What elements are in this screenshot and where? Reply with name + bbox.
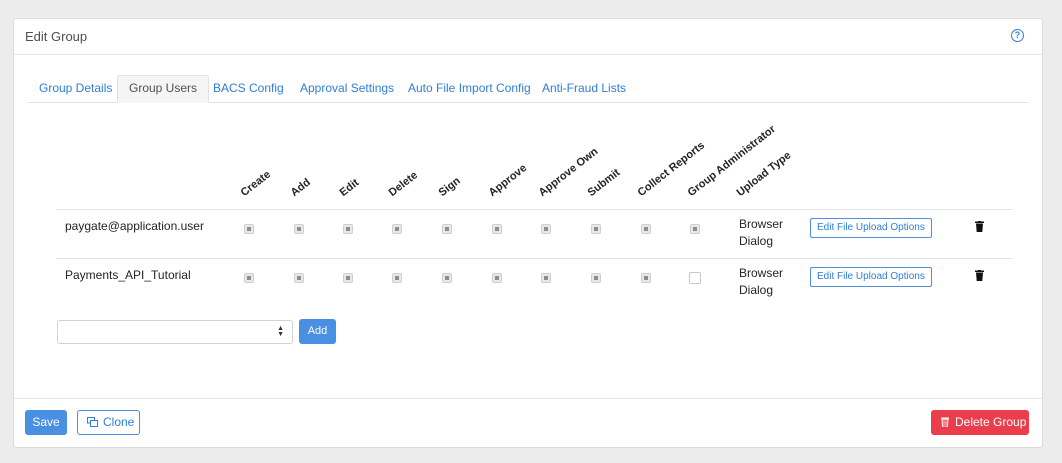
user-name: Payments_API_Tutorial [65, 268, 191, 282]
row-divider [56, 258, 1012, 259]
permission-create-checkbox[interactable] [244, 224, 254, 234]
tab-bacs-config[interactable]: BACS Config [202, 75, 295, 101]
delete-group-button[interactable]: Delete Group [931, 410, 1029, 435]
edit-file-upload-options-button[interactable]: Edit File Upload Options [810, 267, 932, 287]
permission-create-checkbox[interactable] [244, 273, 254, 283]
tab-group-details[interactable]: Group Details [28, 75, 123, 101]
permission-delete-checkbox[interactable] [392, 224, 402, 234]
permission-delete-checkbox[interactable] [392, 273, 402, 283]
card-header: Edit Group ? [14, 19, 1042, 55]
column-header-sign: Sign [436, 174, 463, 199]
upload-type-line2: Dialog [739, 283, 774, 297]
permission-group-administrator-checkbox[interactable] [690, 224, 700, 234]
select-arrows-icon: ▲ ▼ [277, 325, 284, 338]
permission-edit-checkbox[interactable] [343, 273, 353, 283]
upload-type-line2: Dialog [739, 234, 774, 248]
column-header-group-administrator: Group Administrator [685, 123, 778, 199]
clone-icon [87, 417, 98, 427]
user-name: paygate@application.user [65, 219, 204, 233]
permission-add-checkbox[interactable] [294, 224, 304, 234]
question-circle-icon[interactable]: ? [1011, 29, 1024, 42]
permission-approve-checkbox[interactable] [492, 224, 502, 234]
tab-auto-file-import-config[interactable]: Auto File Import Config [397, 75, 542, 101]
trash-icon[interactable] [975, 270, 984, 281]
save-button[interactable]: Save [25, 410, 67, 435]
user-select[interactable]: ▲ ▼ [57, 320, 293, 344]
permission-edit-checkbox[interactable] [343, 224, 353, 234]
column-header-create: Create [238, 168, 273, 199]
tab-anti-fraud-lists[interactable]: Anti-Fraud Lists [531, 75, 637, 101]
tab-bar: Group Details Group Users BACS Config Ap… [28, 75, 1028, 103]
add-user-button[interactable]: Add [299, 319, 336, 344]
permission-group-administrator-checkbox[interactable] [689, 272, 701, 284]
upload-type-line1: Browser [739, 217, 784, 231]
page-title: Edit Group [25, 29, 88, 44]
edit-group-card: Edit Group ? Group Details Group Users B… [13, 18, 1043, 448]
card-footer: Save Clone Delete Group [14, 398, 1042, 447]
permission-submit-checkbox[interactable] [591, 273, 601, 283]
permission-approve-own-checkbox[interactable] [541, 273, 551, 283]
upload-type-value: Browser Dialog [739, 265, 783, 299]
column-header-submit: Submit [585, 166, 623, 199]
permission-submit-checkbox[interactable] [591, 224, 601, 234]
column-header-add: Add [288, 176, 313, 199]
tab-approval-settings[interactable]: Approval Settings [289, 75, 405, 101]
clone-label: Clone [103, 415, 135, 429]
permission-sign-checkbox[interactable] [442, 224, 452, 234]
edit-file-upload-options-button[interactable]: Edit File Upload Options [810, 218, 932, 238]
permission-collect-reports-checkbox[interactable] [641, 224, 651, 234]
clone-button[interactable]: Clone [77, 410, 140, 435]
permission-approve-own-checkbox[interactable] [541, 224, 551, 234]
upload-type-value: Browser Dialog [739, 216, 783, 250]
tab-group-users[interactable]: Group Users [117, 75, 210, 103]
trash-icon[interactable] [975, 221, 984, 232]
column-header-edit: Edit [337, 176, 362, 199]
row-divider [56, 209, 1012, 210]
delete-group-label: Delete Group [955, 415, 1027, 429]
upload-type-line1: Browser [739, 266, 784, 280]
trash-icon [941, 417, 949, 427]
permission-collect-reports-checkbox[interactable] [641, 273, 651, 283]
column-header-delete: Delete [386, 169, 421, 199]
permission-add-checkbox[interactable] [294, 273, 304, 283]
permission-approve-checkbox[interactable] [492, 273, 502, 283]
column-header-approve: Approve [486, 162, 530, 199]
permission-sign-checkbox[interactable] [442, 273, 452, 283]
